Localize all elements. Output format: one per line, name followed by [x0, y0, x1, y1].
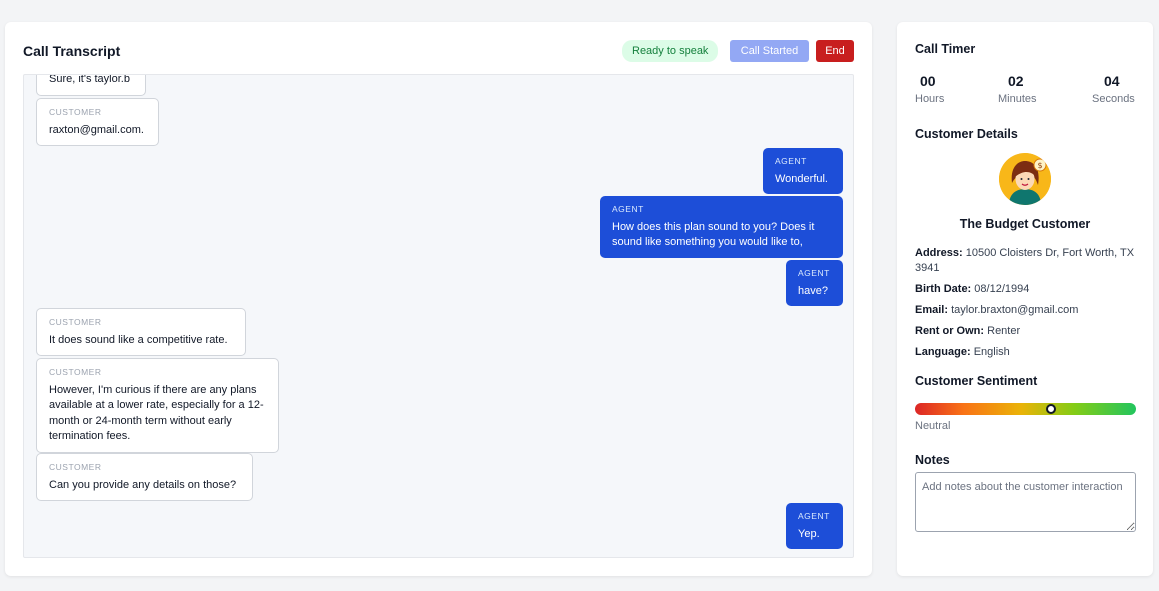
customer-message: CUSTOMER raxton@gmail.com. [36, 98, 159, 146]
message-text: It does sound like a competitive rate. [49, 333, 228, 346]
birth-date-value: 08/12/1994 [974, 283, 1030, 295]
birth-date-label: Birth Date: [915, 283, 972, 295]
message-text: However, I'm curious if there are any pl… [49, 383, 264, 443]
speaker-label: AGENT [798, 268, 830, 278]
sentiment-indicator [1046, 404, 1056, 414]
language-value: English [973, 346, 1010, 358]
svg-text:$: $ [1037, 161, 1042, 170]
speaker-label: CUSTOMER [49, 462, 102, 472]
rent-or-own-value: Renter [987, 325, 1021, 337]
address-label: Address: [915, 247, 963, 259]
customer-rent-or-own: Rent or Own: Renter [915, 324, 1140, 339]
message-text: Wonderful. [775, 172, 828, 185]
customer-birth-date: Birth Date: 08/12/1994 [915, 282, 1140, 297]
message-text: Can you provide any details on those? [49, 478, 237, 491]
call-started-button[interactable]: Call Started [730, 40, 809, 62]
speaker-label: CUSTOMER [49, 367, 102, 377]
email-label: Email: [915, 304, 949, 316]
customer-message: CUSTOMER However, I'm curious if there a… [36, 358, 279, 453]
agent-message: AGENT Wonderful. [763, 148, 843, 194]
message-text: raxton@gmail.com. [49, 123, 144, 136]
speaker-label: AGENT [775, 156, 807, 166]
speaker-label: CUSTOMER [49, 317, 102, 327]
customer-sentiment-title: Customer Sentiment [915, 374, 1038, 388]
call-timer-title: Call Timer [915, 42, 976, 56]
timer-hours-label: Hours [915, 93, 945, 105]
notes-input[interactable] [915, 472, 1136, 532]
message-text: Yep. [798, 527, 820, 540]
speaker-label: AGENT [612, 204, 644, 214]
end-call-button[interactable]: End [816, 40, 854, 62]
customer-message: Sure, it's taylor.b [36, 74, 146, 96]
timer-minutes-label: Minutes [998, 93, 1037, 105]
timer-minutes: 02 [1008, 73, 1024, 89]
timer-seconds-label: Seconds [1092, 93, 1135, 105]
customer-details-title: Customer Details [915, 127, 1018, 141]
message-text: Sure, it's taylor.b [49, 74, 130, 85]
speaker-label: AGENT [798, 511, 830, 521]
transcript-scroll-area[interactable]: Sure, it's taylor.b CUSTOMER raxton@gmai… [23, 74, 854, 558]
message-text: How does this plan sound to you? Does it… [612, 220, 815, 249]
sentiment-label: Neutral [915, 420, 951, 432]
rent-or-own-label: Rent or Own: [915, 325, 985, 337]
notes-title: Notes [915, 453, 950, 467]
email-value: taylor.braxton@gmail.com [951, 304, 1079, 316]
agent-message: AGENT Yep. [786, 503, 843, 549]
customer-address: Address: 10500 Cloisters Dr, Fort Worth,… [915, 246, 1140, 275]
timer-hours: 00 [920, 73, 936, 89]
customer-name: The Budget Customer [959, 217, 1091, 231]
message-text: have? [798, 284, 828, 297]
customer-message: CUSTOMER Can you provide any details on … [36, 453, 253, 501]
customer-panel: Call Timer 00 Hours 02 Minutes 04 Second… [897, 22, 1153, 576]
customer-email: Email: taylor.braxton@gmail.com [915, 303, 1140, 318]
transcript-panel: Call Transcript Ready to speak Call Star… [5, 22, 872, 576]
sentiment-meter [915, 403, 1136, 415]
customer-message: CUSTOMER It does sound like a competitiv… [36, 308, 246, 356]
timer-seconds: 04 [1104, 73, 1120, 89]
agent-message: AGENT How does this plan sound to you? D… [600, 196, 843, 258]
customer-avatar-icon: $ [999, 153, 1051, 205]
speaker-label: CUSTOMER [49, 107, 102, 117]
customer-language: Language: English [915, 345, 1140, 360]
status-badge: Ready to speak [622, 40, 719, 62]
agent-message: AGENT have? [786, 260, 843, 306]
transcript-title: Call Transcript [23, 43, 121, 59]
language-label: Language: [915, 346, 971, 358]
avatar: $ [999, 153, 1051, 205]
